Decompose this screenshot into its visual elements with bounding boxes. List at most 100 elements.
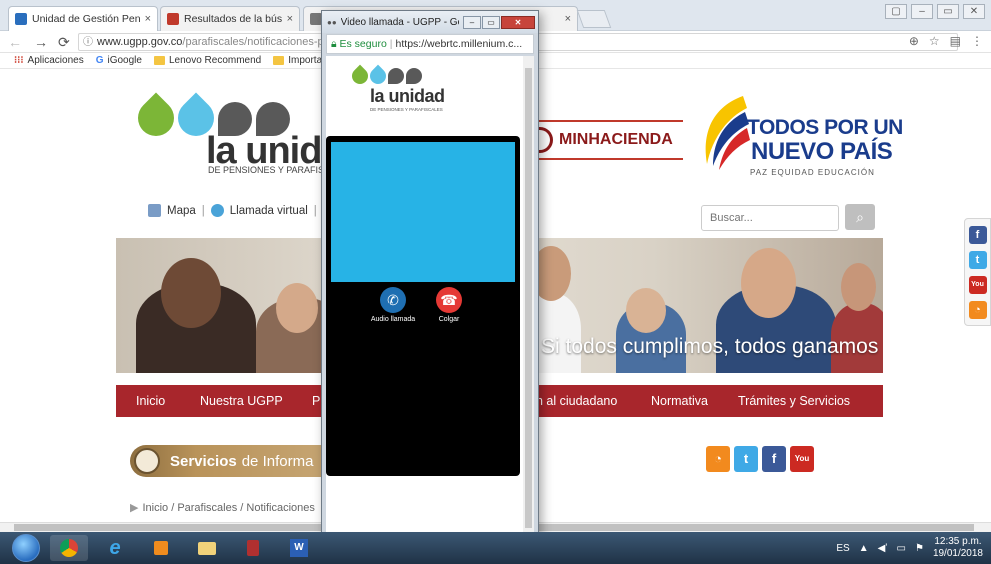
- apps-grid-icon: ⁝⁝⁝: [14, 55, 24, 66]
- popup-address-bar[interactable]: 🔒︎ Es seguro | https://webrtc.millenium.c.…: [326, 34, 534, 54]
- close-tab-icon[interactable]: ×: [565, 13, 571, 25]
- ugpp-logo: la unidad DE PENSIONES Y PARAFISCALES: [348, 64, 478, 118]
- file-explorer-icon[interactable]: [188, 535, 226, 561]
- todos-line3: PAZ EQUIDAD EDUCACIÓN: [750, 168, 875, 177]
- video-call-popup-window: ●● Video llamada - UGPP - Goo... – ▭ ✕ 🔒…: [321, 10, 539, 538]
- scrollbar-thumb[interactable]: [525, 68, 532, 528]
- folder-icon: [273, 56, 285, 65]
- nav-item-nuestra-ugpp[interactable]: Nuestra UGPP: [200, 394, 283, 408]
- google-icon: G: [95, 55, 104, 66]
- user-icon[interactable]: ▢: [885, 4, 907, 19]
- rss-icon[interactable]: ◔: [968, 300, 987, 319]
- nav-item-inicio[interactable]: Inicio: [136, 394, 165, 408]
- media-player-icon[interactable]: [142, 535, 180, 561]
- link-llamada-virtual[interactable]: Llamada virtual: [230, 205, 308, 217]
- close-tab-icon[interactable]: ×: [287, 13, 293, 25]
- internet-explorer-icon[interactable]: e: [96, 535, 134, 561]
- banner-face: [841, 263, 876, 311]
- java-icon[interactable]: [234, 535, 272, 561]
- minhacienda-logo[interactable]: MINHACIENDA: [535, 120, 683, 160]
- video-area: [331, 142, 515, 282]
- rss-icon[interactable]: ◔: [706, 446, 730, 472]
- chrome-taskbar-icon[interactable]: [50, 535, 88, 561]
- breadcrumb: ▶ Inicio / Parafiscales / Notificaciones: [130, 502, 315, 514]
- url-path: /parafiscales/notificaciones-para: [182, 36, 340, 48]
- twitter-icon[interactable]: t: [734, 446, 758, 472]
- minhacienda-mark-icon: [539, 127, 553, 153]
- ugpp-favicon-icon: ●●: [327, 17, 337, 27]
- utility-links: Mapa | Llamada virtual |: [148, 204, 336, 217]
- close-button[interactable]: ✕: [501, 15, 535, 29]
- banner-face: [276, 283, 318, 333]
- person-icon: [134, 448, 160, 474]
- info-icon[interactable]: ⓘ: [83, 35, 93, 51]
- bookmark-igoogle[interactable]: GiGoogle: [96, 55, 142, 66]
- tab-search-results[interactable]: Resultados de la búsque ×: [160, 6, 300, 31]
- call-panel: ✆ Audio llamada ☎ Colgar: [326, 136, 520, 476]
- youtube-icon[interactable]: You: [968, 275, 987, 294]
- clock-date: 19/01/2018: [932, 548, 983, 559]
- zoom-icon[interactable]: ⊕: [909, 34, 919, 48]
- close-button[interactable]: ✕: [963, 4, 985, 19]
- bookmark-apps[interactable]: ⁝⁝⁝ Aplicaciones: [14, 55, 84, 66]
- banner-face: [626, 288, 666, 333]
- servicios-informacion-header[interactable]: Servicios de Informa: [130, 445, 350, 477]
- colombia-flag-swoosh-icon: [705, 96, 750, 170]
- todos-line2: NUEVO PAÍS: [751, 138, 893, 165]
- start-button[interactable]: [12, 534, 40, 562]
- nav-item-normativa[interactable]: Normativa: [651, 394, 708, 408]
- popup-scrollbar[interactable]: [523, 56, 534, 534]
- network-icon[interactable]: ▭: [897, 543, 906, 554]
- volume-icon[interactable]: ◀ʼ: [878, 543, 888, 554]
- popup-title: Video llamada - UGPP - Goo...: [340, 16, 459, 28]
- hangup-button[interactable]: ☎ Colgar: [414, 287, 484, 323]
- action-center-flag-icon[interactable]: ⚑: [915, 543, 924, 554]
- search-button[interactable]: ⌕: [845, 204, 875, 230]
- nav-item-tramites[interactable]: Trámites y Servicios: [738, 394, 850, 408]
- search-input[interactable]: [701, 205, 839, 231]
- word-icon[interactable]: W: [280, 535, 318, 561]
- system-tray: ES ▲ ◀ʼ ▭ ⚑ 12:35 p.m. 19/01/2018: [836, 532, 983, 564]
- logo-subtitle: DE PENSIONES Y PARAFISCA: [208, 165, 337, 175]
- language-indicator[interactable]: ES: [836, 543, 849, 554]
- sitemap-icon: [148, 204, 161, 217]
- youtube-icon[interactable]: You: [790, 446, 814, 472]
- url-host: www.ugpp.gov.co: [97, 36, 183, 48]
- social-links: ◔ t f You: [706, 446, 814, 472]
- tab-title: Unidad de Gestión Pens: [32, 13, 140, 25]
- facebook-icon[interactable]: f: [968, 225, 987, 244]
- todos-por-un-nuevo-pais-logo[interactable]: TODOS POR UN NUEVO PAÍS PAZ EQUIDAD EDUC…: [695, 92, 903, 182]
- popup-url: https://webrtc.millenium.c...: [395, 38, 523, 50]
- back-arrow-icon[interactable]: ←: [8, 34, 22, 50]
- menu-icon[interactable]: ⋮: [971, 34, 983, 48]
- twitter-icon[interactable]: t: [968, 250, 987, 269]
- hangup-label: Colgar: [438, 316, 460, 323]
- facebook-icon[interactable]: f: [762, 446, 786, 472]
- close-tab-icon[interactable]: ×: [145, 13, 151, 25]
- clock[interactable]: 12:35 p.m. 19/01/2018: [933, 536, 983, 560]
- popup-titlebar[interactable]: ●● Video llamada - UGPP - Goo... – ▭ ✕: [322, 11, 538, 33]
- todos-line1: TODOS POR UN: [747, 116, 903, 139]
- social-sidebar: f t You ◔: [964, 218, 991, 326]
- globe-icon: [210, 204, 224, 217]
- nav-item-parafiscales[interactable]: P: [312, 394, 320, 408]
- reload-icon[interactable]: ⟳: [58, 34, 70, 51]
- minimize-button[interactable]: –: [463, 15, 481, 29]
- forward-arrow-icon[interactable]: →: [34, 34, 48, 50]
- show-hidden-icons-icon[interactable]: ▲: [859, 543, 869, 554]
- minimize-button[interactable]: –: [911, 4, 933, 19]
- banner-face: [161, 258, 221, 328]
- hangup-icon: ☎: [436, 287, 462, 313]
- tab-ugpp[interactable]: Unidad de Gestión Pens ×: [8, 6, 158, 31]
- new-tab-button[interactable]: [576, 10, 612, 28]
- phone-icon: ✆: [380, 287, 406, 313]
- extension-icon[interactable]: ▤: [950, 34, 961, 48]
- tab-title: Resultados de la búsque: [184, 13, 282, 25]
- nav-item-atencion-ciudadano[interactable]: n al ciudadano: [536, 394, 617, 408]
- folder-icon: [153, 56, 165, 65]
- bookmark-lenovo[interactable]: Lenovo Recommend: [153, 55, 261, 66]
- star-icon[interactable]: ☆: [929, 34, 940, 48]
- maximize-button[interactable]: ▭: [482, 15, 500, 29]
- link-mapa[interactable]: Mapa: [167, 205, 196, 217]
- maximize-button[interactable]: ▭: [937, 4, 959, 19]
